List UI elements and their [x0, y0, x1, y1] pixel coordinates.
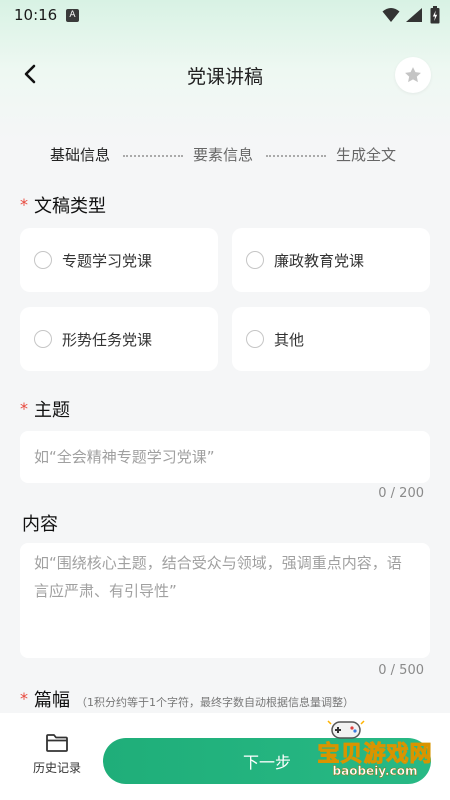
option-label: 形势任务党课 — [62, 330, 153, 349]
required-mark: * — [20, 689, 28, 708]
header: 党课讲稿 — [0, 44, 450, 104]
topic-input[interactable]: 如“全会精神专题学习党课” — [20, 431, 430, 483]
status-bar: 10:16 A — [0, 0, 450, 32]
history-label: 历史记录 — [32, 761, 81, 775]
option-label: 专题学习党课 — [62, 251, 153, 270]
radio-icon — [246, 251, 264, 269]
page-title: 党课讲稿 — [186, 66, 263, 88]
history-button[interactable]: 历史记录 — [22, 733, 92, 783]
step-connector — [123, 155, 183, 157]
option-label: 其他 — [274, 330, 305, 349]
content-counter: 0 / 500 — [378, 663, 424, 678]
notification-icon: A — [66, 9, 79, 22]
option-label: 廉政教育党课 — [274, 251, 365, 270]
topic-label: * 主题 — [20, 396, 70, 422]
favorite-button[interactable] — [395, 57, 431, 93]
folder-icon — [46, 734, 68, 752]
topic-counter: 0 / 200 — [378, 486, 424, 501]
status-time: 10:16 — [14, 6, 58, 24]
content-label: 内容 — [22, 510, 58, 536]
length-label-text: 篇幅 — [34, 690, 70, 711]
step-elements-info: 要素信息 — [193, 146, 254, 164]
stepper: 基础信息 要素信息 生成全文 — [0, 140, 450, 166]
doc-type-label: * 文稿类型 — [20, 192, 106, 218]
watermark: 宝贝游戏网 baobeiy.com — [300, 718, 450, 788]
battery-icon — [430, 6, 440, 24]
topic-label-text: 主题 — [34, 400, 70, 421]
topic-placeholder: 如“全会精神专题学习党课” — [34, 448, 215, 466]
page: 10:16 A 党课讲稿 基础信息 要素信息 生成全文 * 文稿类型 专题学习党… — [0, 0, 450, 800]
length-hint: （1积分约等于1个字符，最终字数自动根据信息量调整） — [76, 696, 354, 709]
option-other[interactable]: 其他 — [232, 307, 430, 371]
signal-icon — [406, 8, 422, 22]
content-placeholder: 如“围绕核心主题，结合受众与领域，强调重点内容，语言应严肃、有引导性” — [34, 554, 402, 600]
star-icon — [405, 67, 421, 83]
content-label-text: 内容 — [22, 514, 58, 535]
watermark-url: baobeiy.com — [332, 764, 418, 778]
wifi-icon — [382, 8, 400, 22]
step-connector — [266, 155, 326, 157]
option-integrity-education[interactable]: 廉政教育党课 — [232, 228, 430, 292]
option-situation-task[interactable]: 形势任务党课 — [20, 307, 218, 371]
radio-icon — [246, 330, 264, 348]
length-label: * 篇幅 （1积分约等于1个字符，最终字数自动根据信息量调整） — [20, 686, 354, 712]
next-button-label: 下一步 — [242, 753, 291, 772]
radio-icon — [34, 330, 52, 348]
doc-type-label-text: 文稿类型 — [34, 196, 106, 217]
step-generate-full-text: 生成全文 — [336, 146, 397, 164]
radio-icon — [34, 251, 52, 269]
step-basic-info: 基础信息 — [50, 146, 111, 164]
required-mark: * — [20, 399, 28, 418]
option-topic-study[interactable]: 专题学习党课 — [20, 228, 218, 292]
content-textarea[interactable]: 如“围绕核心主题，结合受众与领域，强调重点内容，语言应严肃、有引导性” — [20, 543, 430, 658]
required-mark: * — [20, 195, 28, 214]
